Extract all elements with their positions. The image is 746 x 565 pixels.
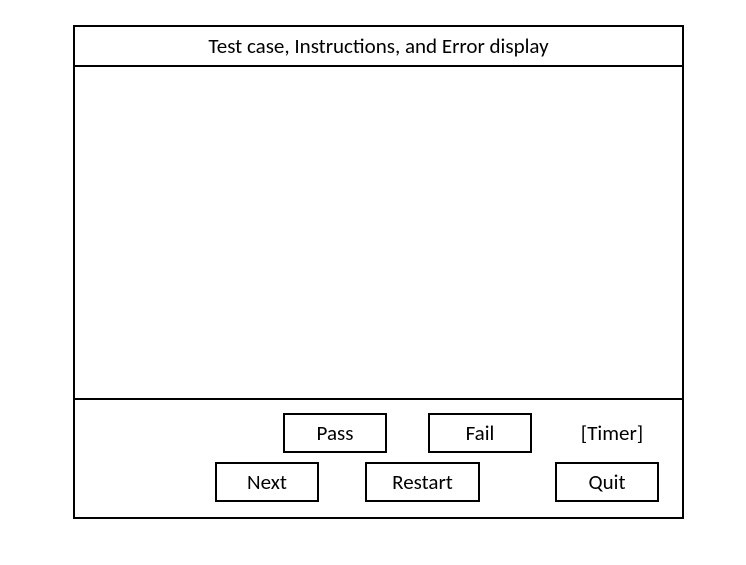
timer-text: [Timer] <box>581 420 643 446</box>
fail-button[interactable]: Fail <box>428 413 532 453</box>
test-window: Test case, Instructions, and Error displ… <box>73 25 684 519</box>
header-bar: Test case, Instructions, and Error displ… <box>75 27 682 67</box>
timer-display: [Timer] <box>560 413 664 453</box>
restart-button-label: Restart <box>392 469 453 495</box>
content-area <box>75 67 682 400</box>
next-button[interactable]: Next <box>215 462 319 502</box>
quit-button[interactable]: Quit <box>555 462 659 502</box>
next-button-label: Next <box>247 469 287 495</box>
header-title: Test case, Instructions, and Error displ… <box>208 33 548 59</box>
restart-button[interactable]: Restart <box>365 462 480 502</box>
pass-button[interactable]: Pass <box>283 413 387 453</box>
pass-button-label: Pass <box>317 420 354 446</box>
footer-controls: Pass Fail [Timer] Next Restart Quit <box>75 400 682 517</box>
quit-button-label: Quit <box>588 469 625 495</box>
fail-button-label: Fail <box>466 420 495 446</box>
